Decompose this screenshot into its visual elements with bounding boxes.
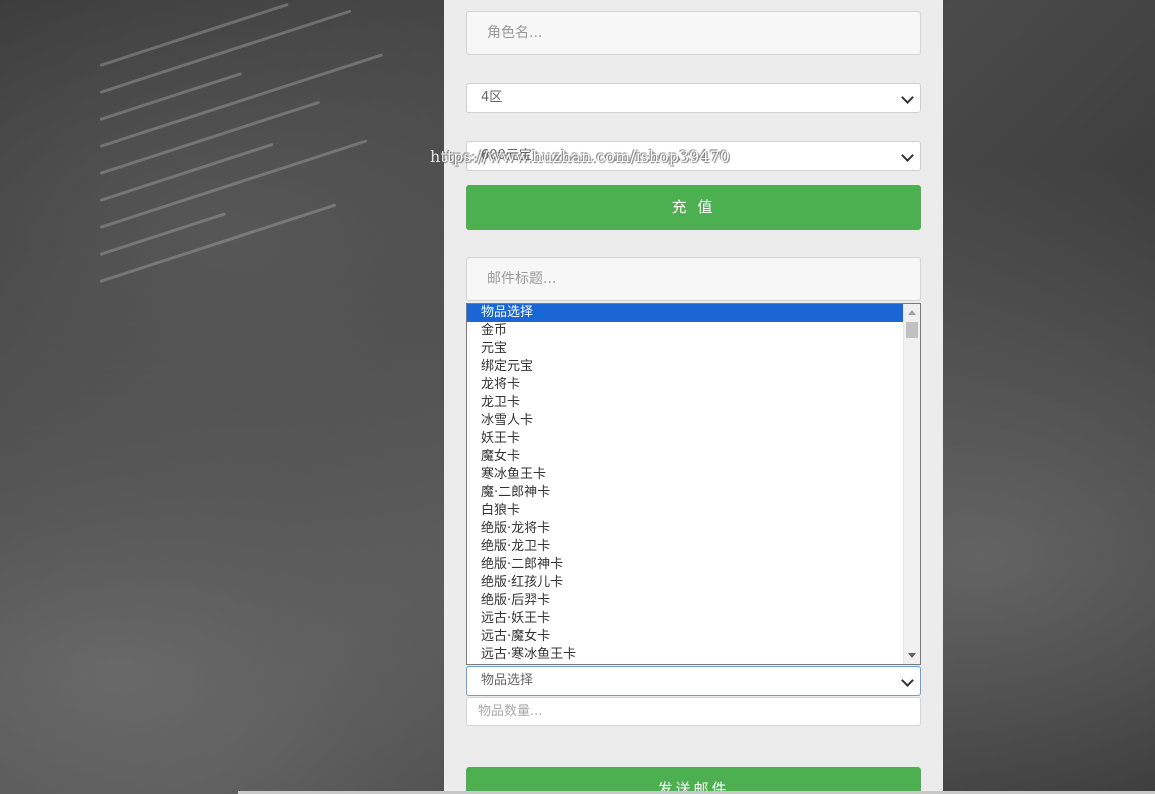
item-option[interactable]: 冰雪人卡 bbox=[467, 412, 905, 430]
item-option[interactable]: 龙卫卡 bbox=[467, 394, 905, 412]
item-option[interactable]: 妖王卡 bbox=[467, 430, 905, 448]
item-option[interactable]: 绝版·红孩儿卡 bbox=[467, 574, 905, 592]
send-mail-button[interactable]: 发送邮件 bbox=[466, 767, 921, 794]
scroll-down-arrow-icon[interactable] bbox=[908, 653, 916, 658]
amount-select-value: 600元宝 bbox=[481, 148, 532, 163]
item-option[interactable]: 远古·妖王卡 bbox=[467, 610, 905, 628]
server-select-value: 4区 bbox=[481, 90, 503, 105]
chevron-down-icon bbox=[901, 91, 914, 104]
item-select[interactable]: 物品选择 bbox=[466, 666, 921, 696]
item-option[interactable]: 寒冰鱼王卡 bbox=[467, 466, 905, 484]
chevron-down-icon bbox=[901, 149, 914, 162]
item-option[interactable]: 远古·寒冰鱼王卡 bbox=[467, 646, 905, 664]
item-option[interactable]: 元宝 bbox=[467, 340, 905, 358]
chevron-down-icon bbox=[901, 674, 914, 687]
item-option[interactable]: 金币 bbox=[467, 322, 905, 340]
item-quantity-input[interactable]: 物品数量... bbox=[466, 697, 921, 726]
item-select-value: 物品选择 bbox=[481, 673, 534, 688]
server-select[interactable]: 4区 bbox=[466, 83, 921, 113]
dropdown-scrollbar[interactable] bbox=[903, 304, 920, 664]
item-option[interactable]: 绝版·龙卫卡 bbox=[467, 538, 905, 556]
item-dropdown-list[interactable]: 物品选择 金币 元宝 绑定元宝 龙将卡 龙卫卡 冰雪人卡 妖王卡 魔女卡 寒冰鱼王卡 魔·二郎神卡白… bbox=[466, 303, 921, 665]
send-mail-button-label: 发送邮件 bbox=[466, 767, 921, 794]
item-option[interactable]: 白狼卡 bbox=[467, 502, 905, 520]
item-option-list: 物品选择 金币 元宝 绑定元宝 龙将卡 龙卫卡 冰雪人卡 妖王卡 魔女卡 寒冰鱼王卡 魔·二郎神卡白… bbox=[467, 304, 905, 664]
item-option[interactable]: 物品选择 bbox=[467, 304, 905, 322]
background-code-lines bbox=[99, 2, 430, 440]
mail-title-input[interactable]: 邮件标题... bbox=[466, 257, 921, 301]
item-option[interactable]: 绝版·龙将卡 bbox=[467, 520, 905, 538]
item-option[interactable]: 魔·二郎神卡 bbox=[467, 484, 905, 502]
role-name-input[interactable]: 角色名... bbox=[466, 11, 921, 55]
scroll-thumb[interactable] bbox=[906, 322, 918, 338]
amount-select[interactable]: 600元宝 bbox=[466, 141, 921, 171]
item-option[interactable]: 绑定元宝 bbox=[467, 358, 905, 376]
item-option[interactable]: 绝版·后羿卡 bbox=[467, 592, 905, 610]
item-option[interactable]: 魔女卡 bbox=[467, 448, 905, 466]
item-option[interactable]: 绝版·二郎神卡 bbox=[467, 556, 905, 574]
item-option[interactable]: 远古·魔女卡 bbox=[467, 628, 905, 646]
scroll-up-arrow-icon[interactable] bbox=[908, 310, 916, 315]
recharge-button[interactable]: 充 值 bbox=[466, 185, 921, 230]
item-option[interactable]: 龙将卡 bbox=[467, 376, 905, 394]
